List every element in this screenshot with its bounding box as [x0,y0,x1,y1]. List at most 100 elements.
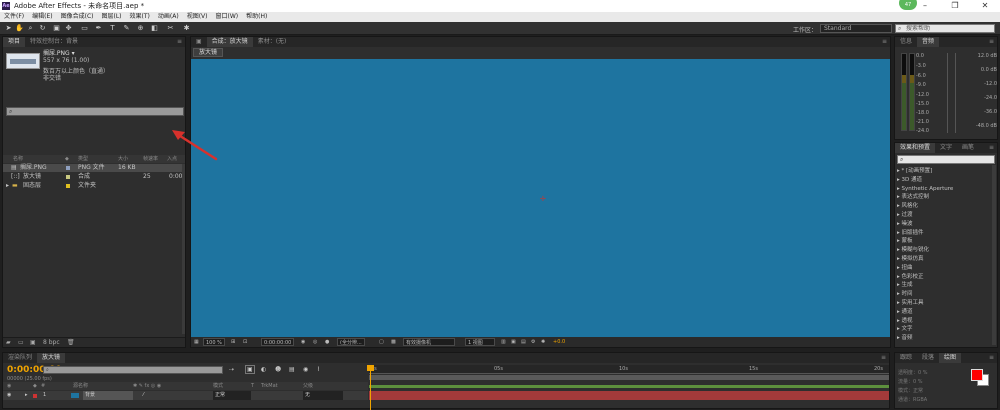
effects-category-item[interactable]: ▸ 文字 [897,325,993,333]
flowchart-icon[interactable]: ⚙ [531,338,535,346]
effects-category-item[interactable]: ▸ * [动画预置] [897,167,993,175]
frame-blending-icon[interactable]: ▤ [289,366,295,373]
exposure-icon[interactable]: ✺ [541,338,545,346]
effects-scrollbar[interactable] [992,165,996,345]
color-channel-icon[interactable]: ● [325,338,329,346]
timeline-search-input[interactable]: ⌕ [43,366,223,374]
eye-icon[interactable]: ◉ [7,391,11,400]
current-time-indicator[interactable] [367,365,374,410]
eraser-tool-icon[interactable]: ◧ [150,24,159,33]
help-search-input[interactable]: ⌕ 搜索帮助 [895,24,995,33]
panel-menu-icon[interactable]: ≡ [177,37,182,47]
current-time-field[interactable]: 0:00:00:00 [261,338,295,346]
col-parent[interactable]: 父级 [303,382,313,390]
new-folder-icon[interactable]: ▭ [18,338,24,348]
menu-animation[interactable]: 动画(A) [154,12,183,22]
rotate-tool-icon[interactable]: ↻ [38,24,47,33]
expand-arrow-icon[interactable]: ▸ [6,182,9,190]
restore-icon[interactable]: ❐ [940,0,970,12]
draft-3d-icon[interactable]: ◐ [261,366,266,373]
exposure-value[interactable]: +0.0 [553,338,565,346]
project-item-comp[interactable]: [::] 放大镜 合成 25 0:00 [3,173,185,181]
mode-label[interactable]: 模式：正常 [898,387,923,394]
audio-slider-left[interactable] [947,53,948,133]
text-tool-icon[interactable]: T [108,24,117,33]
panel-menu-icon[interactable]: ≡ [989,37,994,47]
effects-category-item[interactable]: ▸ 生成 [897,281,993,289]
rectangle-tool-icon[interactable]: ▭ [80,24,89,33]
mask-visibility-icon[interactable]: ⊡ [243,338,247,346]
zoom-tool-icon[interactable]: ⌕ [26,24,35,33]
tab-info[interactable]: 信息 [895,37,917,47]
puppet-tool-icon[interactable]: ✱ [182,24,191,33]
effects-category-item[interactable]: ▸ 旧版插件 [897,229,993,237]
menu-composition[interactable]: 图像合成(C) [57,12,98,22]
effects-category-item[interactable]: ▸ Synthetic Aperture [897,185,993,193]
project-item-png[interactable]: ▤ 搁尿.PNG PNG 文件 16 KB [3,164,185,172]
tab-render-queue[interactable]: 渲染队列 [3,353,37,363]
col-size[interactable]: 大小 [118,155,128,163]
close-icon[interactable]: ✕ [970,0,1000,12]
live-update-icon[interactable]: ▣ [245,365,255,374]
selected-item-name[interactable]: 搁尿.PNG ▾ [43,50,75,57]
lock-icon[interactable]: ▣ [191,37,207,47]
effects-category-item[interactable]: ▸ 3D 通道 [897,176,993,184]
graph-editor-icon[interactable]: ⌇ [317,366,320,373]
snapshot-icon[interactable]: ◉ [301,338,305,346]
col-mode[interactable]: 模式 [213,382,223,390]
col-index[interactable]: # [41,382,45,390]
col-t[interactable]: T [251,382,254,390]
layer-duration-bar[interactable] [369,391,889,400]
views-select[interactable]: 1 视图 [465,338,495,346]
tab-paint[interactable]: 绘图 [939,353,962,363]
switches-icon[interactable]: ✱ ✎ fx ◎ ◉ [133,382,161,390]
pen-tool-icon[interactable]: ✒ [94,24,103,33]
effects-category-item[interactable]: ▸ 风格化 [897,202,993,210]
time-ruler[interactable]: 0s 05s 10s 15s 20s [369,365,889,374]
tab-composition[interactable]: 合成：放大镜 [206,37,253,47]
layer-name[interactable]: 背景 [83,391,133,400]
panel-menu-icon[interactable]: ≡ [881,353,886,363]
tab-brushes[interactable]: 画笔 [957,143,979,153]
col-fps[interactable]: 帧速率 [143,155,158,163]
resolution-select[interactable]: (全分辨... [337,338,365,346]
label-swatch[interactable] [66,175,70,179]
motion-blur-icon[interactable]: ◉ [303,366,308,373]
tab-effects-presets[interactable]: 效果和预置 [895,143,936,153]
panel-menu-icon[interactable]: ≡ [882,37,887,47]
effects-category-item[interactable]: ▸ 模糊与锐化 [897,246,993,254]
col-trkmat[interactable]: TrkMat [261,382,278,390]
col-source-name[interactable]: 源名称 [73,382,88,390]
layer-row[interactable]: ◉ ▸ 1 背景 ⁄ 正常 无 [3,391,368,400]
transparency-grid-icon[interactable]: ▩ [391,338,396,346]
layer-switch-icon[interactable]: ⁄ [143,391,144,400]
menu-edit[interactable]: 编辑(E) [28,12,56,22]
project-search-input[interactable]: ⌕ [6,107,184,116]
panel-menu-icon[interactable]: ≡ [989,353,994,363]
project-item-folder[interactable]: ▸ ▬ 固态层 文件夹 [3,182,185,190]
layer-label-swatch[interactable] [33,394,37,398]
expand-arrow-icon[interactable]: ▸ [25,391,28,400]
hand-tool-icon[interactable]: ✋ [15,24,24,33]
menu-layer[interactable]: 图层(L) [98,12,126,22]
minimize-icon[interactable]: – [910,0,940,12]
safe-margins-icon[interactable]: ⊞ [231,338,235,346]
tab-effect-controls[interactable]: 特效控制台：背景 [25,37,83,47]
new-comp-icon[interactable]: ▣ [30,338,36,348]
flow-label[interactable]: 流量：0 % [898,378,923,385]
shy-icon[interactable]: ☻ [275,366,281,373]
effects-category-item[interactable]: ▸ 扭曲 [897,264,993,272]
timeline-icon[interactable]: ▤ [521,338,526,346]
trash-icon[interactable]: 🗑 [67,338,75,348]
roto-tool-icon[interactable]: ✂ [166,24,175,33]
menu-file[interactable]: 文件(F) [0,12,28,22]
effects-category-item[interactable]: ▸ 蒙板 [897,237,993,245]
foreground-color-swatch[interactable] [971,369,983,381]
tab-character[interactable]: 文字 [935,143,957,153]
effects-category-item[interactable]: ▸ 过渡 [897,211,993,219]
label-icon[interactable]: ◆ [33,382,37,390]
effects-category-item[interactable]: ▸ 模拟仿真 [897,255,993,263]
anchor-tool-icon[interactable]: ✥ [64,24,73,33]
effects-category-item[interactable]: ▸ 透视 [897,317,993,325]
effects-category-item[interactable]: ▸ 通道 [897,308,993,316]
